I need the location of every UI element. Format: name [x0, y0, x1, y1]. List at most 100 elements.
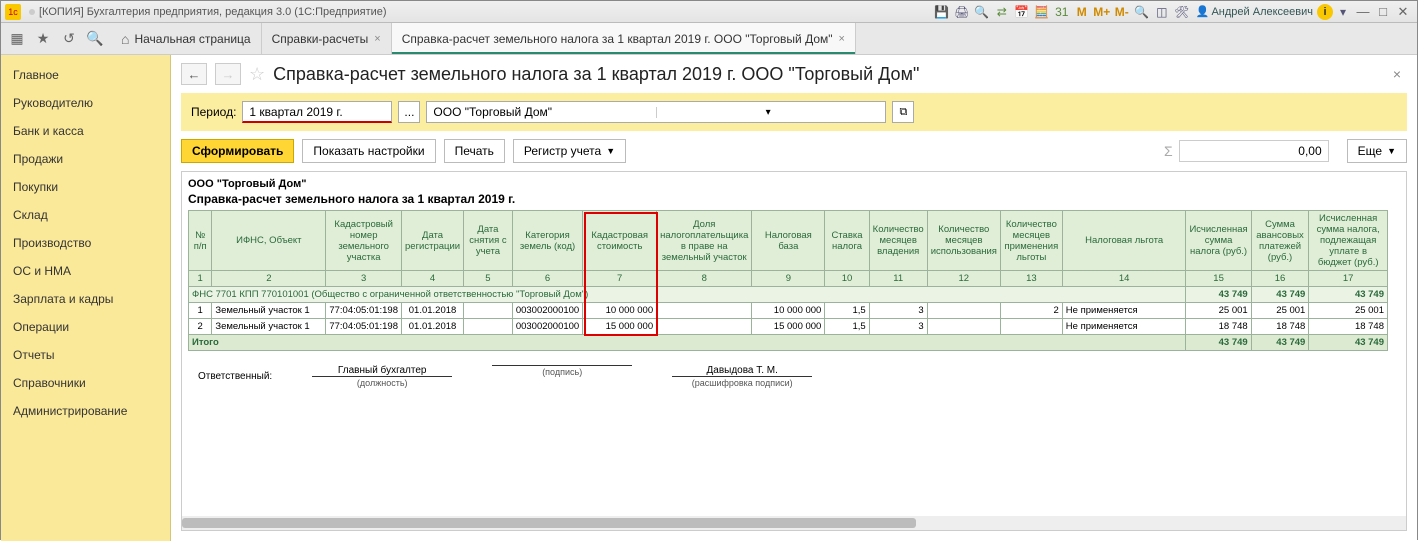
org-dropdown-icon[interactable]: ▾	[656, 107, 880, 118]
filter-bar: Период: 1 квартал 2019 г. ... ООО "Торго…	[181, 93, 1407, 131]
memory-mplus-icon[interactable]: M+	[1093, 3, 1111, 21]
calc-icon[interactable]: 🧮	[1033, 3, 1051, 21]
cell: 18 748	[1309, 319, 1388, 335]
group-label: ФНС 7701 КПП 770101001 (Общество с огран…	[189, 287, 1186, 303]
col-num: 8	[657, 271, 752, 287]
form-button[interactable]: Сформировать	[181, 139, 294, 163]
cell: 77:04:05:01:198	[326, 303, 402, 319]
cell: 1,5	[825, 319, 869, 335]
col-header: ИФНС, Объект	[212, 211, 326, 271]
org-open-button[interactable]: ⧉	[892, 101, 914, 123]
memory-m-icon[interactable]: M	[1073, 3, 1091, 21]
panels-icon[interactable]: ◫	[1153, 3, 1171, 21]
col-header: Категория земель (код)	[512, 211, 582, 271]
sidebar-item[interactable]: Банк и касса	[1, 117, 170, 145]
sidebar-item[interactable]: Главное	[1, 61, 170, 89]
chevron-down-icon: ▼	[1387, 146, 1396, 156]
tab-reports[interactable]: Справки-расчеты×	[262, 23, 392, 54]
org-input[interactable]: ООО "Торговый Дом" ▾	[426, 101, 886, 123]
col-header: Налоговая база	[752, 211, 825, 271]
date-icon[interactable]: 31	[1053, 3, 1071, 21]
back-button[interactable]: ←	[181, 63, 207, 85]
cell: 25 001	[1251, 303, 1309, 319]
cell	[464, 319, 513, 335]
toolbar: Сформировать Показать настройки Печать Р…	[171, 131, 1417, 171]
cell: 43 749	[1186, 335, 1251, 351]
sidebar-item[interactable]: Справочники	[1, 369, 170, 397]
apps-icon[interactable]: ▦	[7, 29, 27, 49]
maximize-button[interactable]: □	[1373, 3, 1393, 21]
col-header: Исчисленная сумма налога, подлежащая упл…	[1309, 211, 1388, 271]
scrollbar-thumb[interactable]	[182, 518, 916, 528]
dropdown-icon[interactable]: ▾	[1334, 3, 1352, 21]
cell: 77:04:05:01:198	[326, 319, 402, 335]
close-window-button[interactable]: ✕	[1393, 3, 1413, 21]
window-title: [КОПИЯ] Бухгалтерия предприятия, редакци…	[39, 6, 387, 18]
sidebar-item[interactable]: Руководителю	[1, 89, 170, 117]
sidebar-item[interactable]: Операции	[1, 313, 170, 341]
col-num: 7	[583, 271, 657, 287]
col-num: 9	[752, 271, 825, 287]
register-button[interactable]: Регистр учета▼	[513, 139, 626, 163]
calendar-icon[interactable]: 📅	[1013, 3, 1031, 21]
cell	[657, 319, 752, 335]
total-label: Итого	[189, 335, 1186, 351]
table-row[interactable]: 1 Земельный участок 1 77:04:05:01:198 01…	[189, 303, 1388, 319]
preview-icon[interactable]: 🔍	[973, 3, 991, 21]
zoom-icon[interactable]: 🔍	[1133, 3, 1151, 21]
col-num: 13	[1000, 271, 1062, 287]
horizontal-scrollbar[interactable]	[182, 516, 1406, 530]
tab-home[interactable]: Начальная страница	[111, 23, 262, 54]
history-icon[interactable]: ↺	[59, 29, 79, 49]
report-area: ООО "Торговый Дом" Справка-расчет земель…	[181, 171, 1407, 531]
report-org: ООО "Торговый Дом"	[188, 178, 1400, 190]
minimize-button[interactable]: —	[1353, 3, 1373, 21]
cell: 1,5	[825, 303, 869, 319]
cell: 2	[1000, 303, 1062, 319]
sidebar-item[interactable]: Производство	[1, 229, 170, 257]
close-icon[interactable]: ×	[839, 33, 845, 45]
table-row[interactable]: 2 Земельный участок 1 77:04:05:01:198 01…	[189, 319, 1388, 335]
sidebar-item[interactable]: Отчеты	[1, 341, 170, 369]
col-num: 17	[1309, 271, 1388, 287]
cell	[927, 303, 1000, 319]
sidebar-item[interactable]: Склад	[1, 201, 170, 229]
user-label[interactable]: Андрей Алексеевич	[1196, 5, 1313, 18]
period-picker-button[interactable]: ...	[398, 101, 420, 123]
settings-button[interactable]: Показать настройки	[302, 139, 435, 163]
chevron-down-icon: ▼	[606, 146, 615, 156]
close-icon[interactable]: ×	[374, 33, 380, 45]
search-icon[interactable]: 🔍	[85, 29, 105, 49]
sidebar-item[interactable]: ОС и НМА	[1, 257, 170, 285]
forward-button[interactable]: →	[215, 63, 241, 85]
print-button[interactable]: Печать	[444, 139, 505, 163]
tab-current[interactable]: Справка-расчет земельного налога за 1 кв…	[392, 23, 856, 54]
compare-icon[interactable]: ⇄	[993, 3, 1011, 21]
sidebar-item[interactable]: Администрирование	[1, 397, 170, 425]
info-icon[interactable]: i	[1317, 4, 1333, 20]
star-icon[interactable]: ★	[33, 29, 53, 49]
period-input[interactable]: 1 квартал 2019 г.	[242, 101, 392, 123]
app-logo-icon: 1c	[5, 4, 21, 20]
col-num: 5	[464, 271, 513, 287]
sidebar-item[interactable]: Зарплата и кадры	[1, 285, 170, 313]
favorite-icon[interactable]: ☆	[249, 64, 265, 85]
sign-sub: (должность)	[312, 376, 452, 388]
sidebar-item[interactable]: Продажи	[1, 145, 170, 173]
table-group-row[interactable]: ФНС 7701 КПП 770101001 (Общество с огран…	[189, 287, 1388, 303]
table-colnum-row: 1234567891011121314151617	[189, 271, 1388, 287]
titlebar: 1c [КОПИЯ] Бухгалтерия предприятия, реда…	[1, 1, 1417, 23]
save-icon[interactable]: 💾	[933, 3, 951, 21]
col-header: Доля налогоплательщика в праве на земель…	[657, 211, 752, 271]
memory-mminus-icon[interactable]: M-	[1113, 3, 1131, 21]
sidebar-item[interactable]: Покупки	[1, 173, 170, 201]
cell: 43 749	[1251, 335, 1309, 351]
print-icon[interactable]: 🖨	[953, 3, 971, 21]
page-close-button[interactable]: ×	[1393, 66, 1407, 82]
sign-position: Главный бухгалтер	[338, 365, 427, 376]
period-value: 1 квартал 2019 г.	[249, 105, 342, 119]
col-header: Количество месяцев владения	[869, 211, 927, 271]
tools-icon[interactable]: 🛠	[1173, 3, 1191, 21]
cell: 3	[869, 303, 927, 319]
more-button[interactable]: Еще▼	[1347, 139, 1407, 163]
